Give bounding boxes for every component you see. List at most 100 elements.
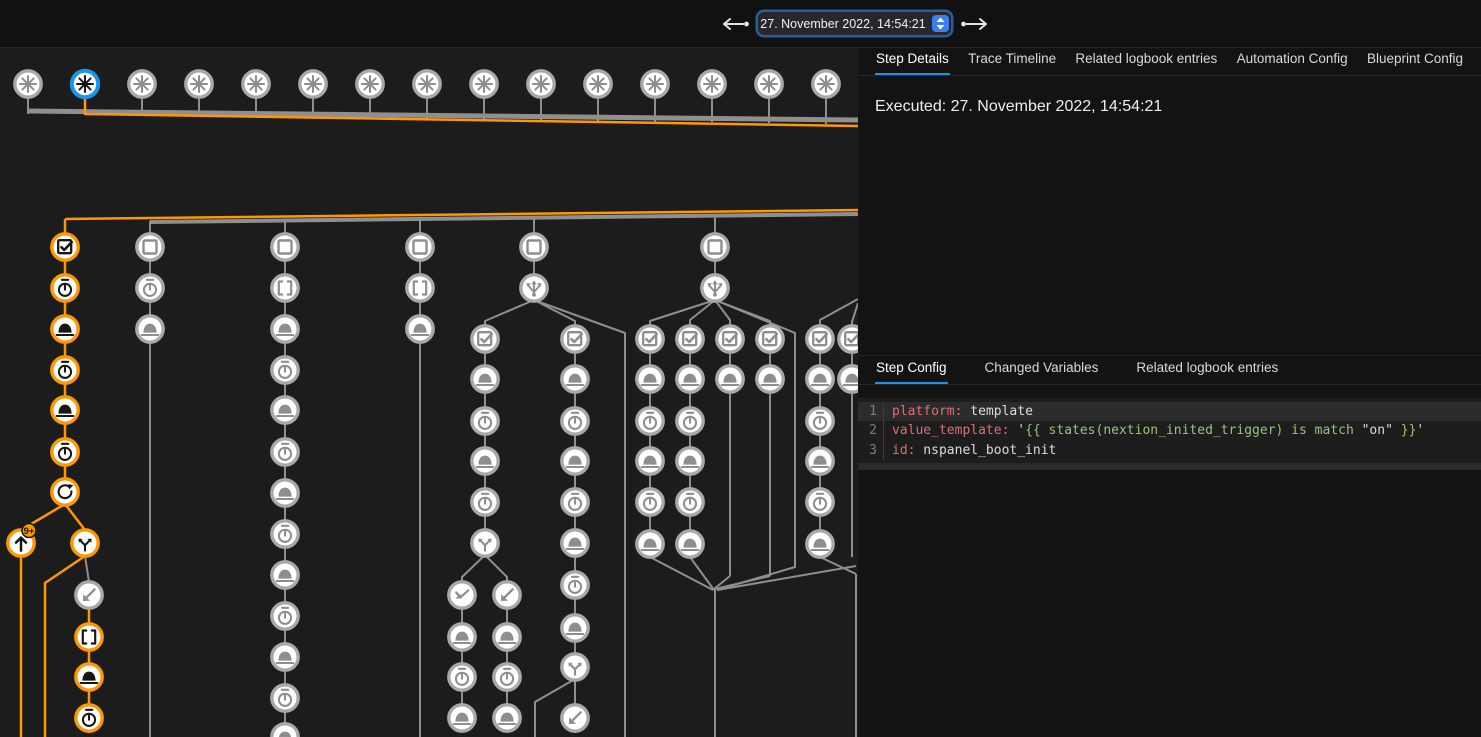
trace-node-choose-icon[interactable] bbox=[521, 275, 547, 301]
trace-node-service-call-icon[interactable] bbox=[562, 366, 588, 392]
trace-node-condition-checked-icon[interactable] bbox=[52, 234, 78, 260]
trace-node-condition-box-icon[interactable] bbox=[272, 234, 298, 260]
tab-related-logbook-entries[interactable]: Related logbook entries bbox=[1074, 46, 1218, 75]
trace-node-service-call-icon[interactable] bbox=[449, 624, 475, 650]
trace-node-arrow-bottom-left-icon[interactable] bbox=[494, 582, 520, 608]
trace-node-condition-checked-icon[interactable] bbox=[472, 326, 498, 352]
trace-node-arrow-bottom-left-icon[interactable] bbox=[562, 705, 588, 731]
trace-node-asterisk-icon[interactable] bbox=[243, 71, 269, 97]
trace-node-asterisk-icon[interactable] bbox=[300, 71, 326, 97]
trace-node-condition-box-icon[interactable] bbox=[702, 234, 728, 260]
trace-node-service-call-icon[interactable] bbox=[562, 615, 588, 641]
trace-node-service-call-icon[interactable] bbox=[677, 448, 703, 474]
trace-node-asterisk-icon[interactable] bbox=[756, 71, 782, 97]
trace-node-arrow-bottom-left-icon[interactable] bbox=[76, 582, 102, 608]
trace-node-timer-icon[interactable] bbox=[562, 572, 588, 598]
trace-node-repeat-refresh-icon[interactable] bbox=[52, 479, 78, 505]
trace-node-service-call-icon[interactable] bbox=[449, 705, 475, 731]
trace-node-timer-icon[interactable] bbox=[272, 357, 298, 383]
trace-node-service-call-icon[interactable] bbox=[272, 480, 298, 506]
trace-node-service-call-icon[interactable] bbox=[717, 366, 743, 392]
trace-node-condition-checked-icon[interactable] bbox=[677, 326, 703, 352]
trace-node-service-call-icon[interactable] bbox=[52, 397, 78, 423]
trace-node-service-call-icon[interactable] bbox=[807, 448, 833, 474]
trace-node-service-call-icon[interactable] bbox=[562, 448, 588, 474]
trace-node-service-call-icon[interactable] bbox=[272, 397, 298, 423]
tab-changed-variables[interactable]: Changed Variables bbox=[984, 355, 1100, 384]
trace-node-timer-icon[interactable] bbox=[137, 275, 163, 301]
trace-node-timer-icon[interactable] bbox=[472, 408, 498, 434]
code-line[interactable]: 3id: nspanel_boot_init bbox=[858, 441, 1481, 460]
trace-node-choose-icon[interactable] bbox=[702, 275, 728, 301]
trace-node-service-call-icon[interactable] bbox=[494, 705, 520, 731]
trace-node-timer-icon[interactable] bbox=[472, 489, 498, 515]
code-line[interactable]: 2value_template: '{{ states(nextion_init… bbox=[858, 421, 1481, 440]
editor-horizontal-scrollbar[interactable] bbox=[858, 463, 1481, 470]
trace-node-timer-icon[interactable] bbox=[562, 408, 588, 434]
trace-node-timer-icon[interactable] bbox=[52, 275, 78, 301]
tab-automation-config[interactable]: Automation Config bbox=[1236, 46, 1349, 75]
tab-config-related-logbook-entries[interactable]: Related logbook entries bbox=[1135, 355, 1279, 384]
trace-node-timer-icon[interactable] bbox=[637, 489, 663, 515]
trace-node-call-split-icon[interactable] bbox=[472, 530, 498, 556]
trace-node-timer-icon[interactable] bbox=[637, 408, 663, 434]
trace-node-call-missed-icon[interactable] bbox=[449, 582, 475, 608]
trace-node-brackets-icon[interactable] bbox=[407, 275, 433, 301]
trace-node-timer-icon[interactable] bbox=[677, 408, 703, 434]
trace-node-asterisk-icon[interactable] bbox=[357, 71, 383, 97]
trace-node-service-call-icon[interactable] bbox=[494, 624, 520, 650]
trace-node-condition-box-icon[interactable] bbox=[137, 234, 163, 260]
trace-node-service-call-icon[interactable] bbox=[677, 531, 703, 557]
trace-node-brackets-icon[interactable] bbox=[76, 624, 102, 650]
trace-node-service-call-icon[interactable] bbox=[272, 724, 298, 737]
previous-run-button[interactable] bbox=[720, 17, 750, 31]
tab-step-config[interactable]: Step Config bbox=[875, 355, 948, 384]
code-line[interactable]: 1platform: template bbox=[858, 402, 1481, 421]
trace-node-timer-icon[interactable] bbox=[52, 357, 78, 383]
trace-node-asterisk-icon[interactable] bbox=[699, 71, 725, 97]
run-selector[interactable]: 27. November 2022, 14:54:21 bbox=[758, 12, 951, 35]
trace-node-timer-icon[interactable] bbox=[272, 439, 298, 465]
next-run-button[interactable] bbox=[960, 17, 990, 31]
trace-node-service-call-icon[interactable] bbox=[807, 531, 833, 557]
trace-node-condition-checked-icon[interactable] bbox=[717, 326, 743, 352]
trace-node-asterisk-icon[interactable] bbox=[15, 71, 41, 97]
trace-node-asterisk-icon[interactable] bbox=[414, 71, 440, 97]
trace-node-timer-icon[interactable] bbox=[52, 439, 78, 465]
trace-node-asterisk-icon[interactable] bbox=[813, 71, 839, 97]
trace-node-asterisk-icon[interactable] bbox=[585, 71, 611, 97]
trace-node-timer-icon[interactable] bbox=[494, 664, 520, 690]
trace-node-service-call-icon[interactable] bbox=[562, 530, 588, 556]
trace-node-service-call-icon[interactable] bbox=[52, 316, 78, 342]
trace-node-asterisk-icon[interactable] bbox=[129, 71, 155, 97]
trace-node-condition-checked-icon[interactable] bbox=[807, 326, 833, 352]
trace-node-timer-icon[interactable] bbox=[272, 603, 298, 629]
trace-node-condition-box-icon[interactable] bbox=[407, 234, 433, 260]
trace-node-service-call-icon[interactable] bbox=[637, 448, 663, 474]
trace-node-service-call-icon[interactable] bbox=[76, 664, 102, 690]
tab-step-details[interactable]: Step Details bbox=[875, 46, 950, 75]
trace-node-arrow-up-icon[interactable]: 9+ bbox=[8, 524, 36, 557]
trace-node-service-call-icon[interactable] bbox=[757, 366, 783, 392]
trace-node-call-split-icon[interactable] bbox=[72, 530, 98, 556]
trace-node-timer-icon[interactable] bbox=[76, 705, 102, 731]
trace-node-asterisk-icon[interactable] bbox=[72, 71, 98, 97]
trace-graph[interactable]: 9+ bbox=[0, 48, 858, 737]
trace-node-timer-icon[interactable] bbox=[272, 521, 298, 547]
trace-node-timer-icon[interactable] bbox=[677, 489, 703, 515]
trace-node-call-split-icon[interactable] bbox=[562, 654, 588, 680]
yaml-code-editor[interactable]: 1platform: template2value_template: '{{ … bbox=[858, 398, 1481, 470]
trace-node-condition-checked-icon[interactable] bbox=[757, 326, 783, 352]
trace-node-service-call-icon[interactable] bbox=[272, 562, 298, 588]
trace-node-timer-icon[interactable] bbox=[807, 489, 833, 515]
trace-node-service-call-icon[interactable] bbox=[472, 366, 498, 392]
trace-node-service-call-icon[interactable] bbox=[137, 316, 163, 342]
tab-blueprint-config[interactable]: Blueprint Config bbox=[1366, 46, 1464, 75]
trace-node-asterisk-icon[interactable] bbox=[471, 71, 497, 97]
trace-node-service-call-icon[interactable] bbox=[637, 366, 663, 392]
trace-node-asterisk-icon[interactable] bbox=[186, 71, 212, 97]
trace-node-service-call-icon[interactable] bbox=[807, 366, 833, 392]
trace-node-timer-icon[interactable] bbox=[272, 685, 298, 711]
trace-node-asterisk-icon[interactable] bbox=[528, 71, 554, 97]
trace-node-condition-checked-icon[interactable] bbox=[637, 326, 663, 352]
